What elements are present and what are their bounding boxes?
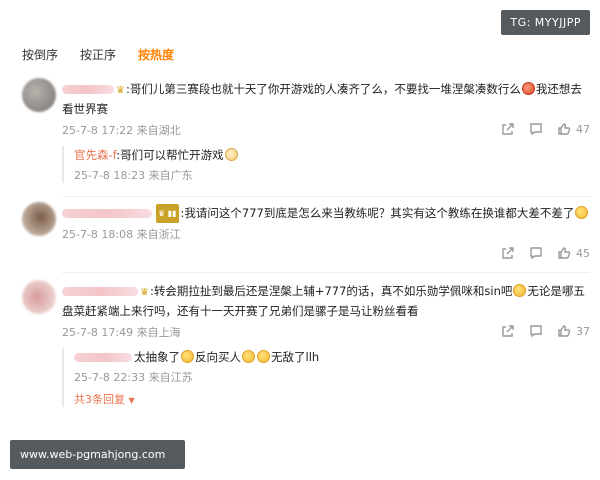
- comment-text: ♛ ▮▮:我请问这个777到底是怎么来当教练呢？其实有这个教练在换谁都大差不差了: [62, 204, 590, 223]
- reply-meta: 25-7-8 18:23 来自广东: [74, 169, 193, 182]
- comment-actions: 47: [501, 122, 590, 136]
- comment-item: ♛:哥们儿第三赛段也就十天了你开游戏的人凑齐了么，不要找一堆涅槃凑数行么 我还想去…: [22, 78, 590, 198]
- reply-username[interactable]: 官先森-f: [74, 148, 116, 162]
- more-replies-link[interactable]: 共3条回复 ▼: [74, 391, 590, 407]
- username-blurred[interactable]: [62, 209, 152, 218]
- caret-down-icon: ▼: [128, 396, 135, 405]
- emoji-icon: [242, 350, 255, 363]
- comment-icon[interactable]: [529, 324, 543, 338]
- reply-meta: 25-7-8 22:33 来自江苏: [74, 371, 193, 384]
- like-count: 47: [576, 122, 590, 136]
- comment-actions: 37: [501, 324, 590, 338]
- comment-text: ♛:转会期拉扯到最后还是涅槃上辅+777的话，真不如乐勋学佩咪和sin吧 无论是哪…: [62, 284, 585, 318]
- comment-actions: 45: [501, 246, 590, 260]
- thumbs-up-icon: [558, 123, 571, 135]
- comment-item: ♛ ▮▮:我请问这个777到底是怎么来当教练呢？其实有这个教练在换谁都大差不差了…: [22, 202, 590, 270]
- reply-box: 官先森-f:哥们可以帮忙开游戏 25-7-8 18:23 来自广东: [62, 146, 590, 183]
- avatar[interactable]: [22, 78, 56, 112]
- fan-badge-icon: ♛: [116, 85, 125, 96]
- share-icon[interactable]: [501, 246, 515, 260]
- divider: [62, 272, 590, 273]
- comment-icon[interactable]: [529, 246, 543, 260]
- comment-icon[interactable]: [529, 122, 543, 136]
- emoji-icon: [521, 82, 535, 95]
- reply-username-blurred[interactable]: [74, 353, 132, 362]
- like-button[interactable]: 37: [557, 324, 590, 338]
- level-badge-icon: ♛ ▮▮: [156, 204, 179, 223]
- watermark-top: TG: MYYJJPP: [501, 10, 590, 35]
- sort-asc-time-tab[interactable]: 按正序: [80, 46, 116, 63]
- watermark-bottom: www.web-pgmahjong.com: [10, 440, 185, 469]
- sort-hot-tab[interactable]: 按热度: [138, 46, 174, 63]
- reply-text: 官先森-f:哥们可以帮忙开游戏: [74, 146, 590, 164]
- thumbs-up-icon: [558, 247, 571, 259]
- emoji-icon: [513, 284, 527, 297]
- fan-badge-icon: ♛: [140, 287, 149, 298]
- divider: [62, 196, 590, 197]
- like-count: 45: [576, 246, 590, 260]
- share-icon[interactable]: [501, 122, 515, 136]
- like-count: 37: [576, 324, 590, 338]
- avatar[interactable]: [22, 280, 56, 314]
- reply-text: 太抽象了 反向买人 无敌了llh: [74, 348, 590, 366]
- emoji-icon: [224, 148, 238, 161]
- sort-desc-time-tab[interactable]: 按倒序: [22, 46, 58, 63]
- thumbs-up-icon: [558, 325, 571, 337]
- comment-text: ♛:哥们儿第三赛段也就十天了你开游戏的人凑齐了么，不要找一堆涅槃凑数行么 我还想去…: [62, 82, 582, 116]
- avatar[interactable]: [22, 202, 56, 236]
- like-button[interactable]: 45: [557, 246, 590, 260]
- reply-box: 太抽象了 反向买人 无敌了llh 25-7-8 22:33 来自江苏 共3条回复 ▼: [62, 348, 590, 407]
- username-blurred[interactable]: [62, 287, 138, 296]
- like-button[interactable]: 47: [557, 122, 590, 136]
- username-blurred[interactable]: [62, 85, 114, 94]
- share-icon[interactable]: [501, 324, 515, 338]
- emoji-icon: [257, 350, 270, 363]
- comment-item: ♛:转会期拉扯到最后还是涅槃上辅+777的话，真不如乐勋学佩咪和sin吧 无论是哪…: [22, 280, 590, 420]
- sort-bar: 按倒序 按正序 按热度: [22, 46, 174, 63]
- emoji-icon: [181, 350, 194, 363]
- comment-meta: 25-7-8 18:08 来自浙江: [62, 228, 181, 241]
- emoji-icon: [575, 206, 589, 219]
